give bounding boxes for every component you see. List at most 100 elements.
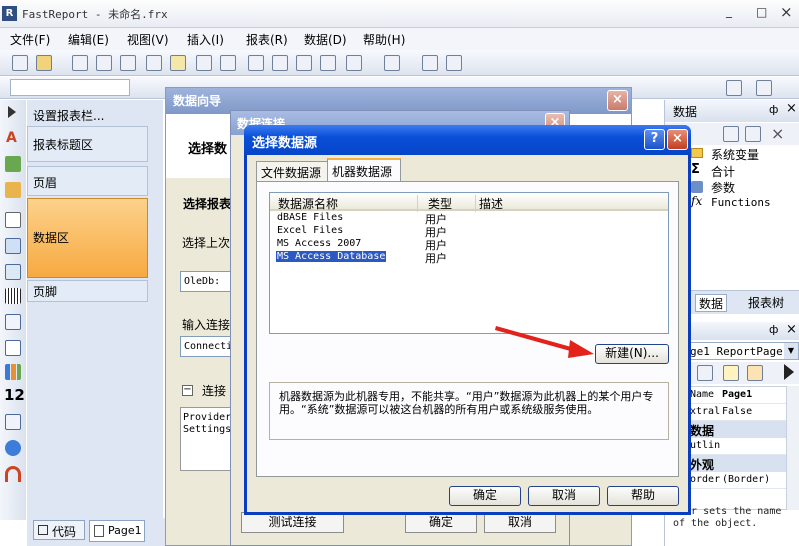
wizard-close-button[interactable]: × <box>607 90 628 111</box>
datasource-row-selected[interactable]: MS Access Database 用户 <box>276 251 526 265</box>
preview-icon[interactable] <box>120 55 136 71</box>
checkbox-object-icon[interactable] <box>5 340 21 356</box>
wizard-title: 数据向导 <box>173 94 222 108</box>
tab-machine-datasource[interactable]: 机器数据源 <box>327 158 401 182</box>
test-connection-button[interactable]: 测试连接 <box>241 512 344 533</box>
property-row[interactable]: Name Page1 <box>688 387 786 404</box>
band-report-title[interactable]: 报表标题区 <box>27 126 148 162</box>
menu-insert[interactable]: 插入(I) <box>187 31 224 48</box>
conn-cancel-button[interactable]: 取消 <box>484 512 556 533</box>
column-desc-header[interactable]: 描述 <box>479 195 503 212</box>
panel-close-button[interactable]: × <box>786 322 797 337</box>
menu-data[interactable]: 数据(D) <box>304 31 347 48</box>
datasource-row[interactable]: dBASE Files 用户 <box>276 212 526 226</box>
new-page-icon[interactable] <box>146 55 162 71</box>
menu-file[interactable]: 文件(F) <box>10 31 50 48</box>
subreport-icon[interactable] <box>5 212 21 228</box>
table-object-icon[interactable] <box>5 238 21 254</box>
redo-icon[interactable] <box>384 55 400 71</box>
property-row[interactable]: xtral False <box>688 404 786 421</box>
map-object-icon[interactable] <box>5 440 21 456</box>
maximize-button[interactable]: □ <box>756 5 767 19</box>
object-selector[interactable]: ge1 ReportPage ▼ <box>687 342 799 360</box>
band-data[interactable]: 数据区 <box>27 198 148 278</box>
cancel-button[interactable]: 取消 <box>528 486 600 506</box>
text-color-icon[interactable] <box>726 80 742 96</box>
datasource-row[interactable]: Excel Files 用户 <box>276 225 526 239</box>
format-painter-icon[interactable] <box>320 55 336 71</box>
conn-value: Connecti <box>184 341 233 352</box>
delete-page-icon[interactable] <box>196 55 212 71</box>
cut-icon[interactable] <box>248 55 264 71</box>
tab-code[interactable]: 代码 <box>33 520 85 540</box>
property-name: Name <box>690 389 715 400</box>
property-row[interactable]: order (Border) <box>688 472 786 489</box>
tab-report-tree[interactable]: 报表树 <box>745 294 787 312</box>
richtext-icon[interactable] <box>5 314 21 330</box>
save-all-icon[interactable] <box>96 55 112 71</box>
sort-icon[interactable] <box>697 365 713 381</box>
barcode-icon[interactable] <box>5 288 21 304</box>
page-setup-icon[interactable] <box>220 55 236 71</box>
new-dialog-icon[interactable] <box>170 55 186 71</box>
help-button[interactable]: 帮助 <box>607 486 679 506</box>
property-category[interactable]: 数据 <box>688 421 786 438</box>
tab-page1[interactable]: Page1 <box>89 520 145 542</box>
edit-datasource-icon[interactable] <box>745 126 761 142</box>
delete-datasource-icon[interactable]: × <box>771 124 784 143</box>
chart-object-icon[interactable] <box>5 364 21 380</box>
band-page-footer[interactable]: 页脚 <box>27 280 148 302</box>
band-setup-link[interactable]: 设置报表栏... <box>33 107 104 124</box>
menu-edit[interactable]: 编辑(E) <box>68 31 109 48</box>
menu-view[interactable]: 视图(V) <box>127 31 169 48</box>
chevron-down-icon[interactable]: ▼ <box>784 343 798 359</box>
close-window-button[interactable]: × <box>780 3 793 21</box>
matrix-object-icon[interactable] <box>5 264 21 280</box>
property-value[interactable]: Page1 <box>722 389 752 400</box>
collapse-icon[interactable]: − <box>182 385 193 396</box>
open-icon[interactable] <box>36 55 52 71</box>
new-datasource-button[interactable]: 新建(N)... <box>595 344 669 364</box>
datasource-list[interactable]: 数据源名称 类型 描述 dBASE Files 用户 Excel Files 用… <box>269 192 669 334</box>
tab-file-datasource[interactable]: 文件数据源 <box>256 161 328 181</box>
group-icon[interactable] <box>422 55 438 71</box>
column-name-header[interactable]: 数据源名称 <box>278 195 418 212</box>
paste-icon[interactable] <box>296 55 312 71</box>
menu-help[interactable]: 帮助(H) <box>363 31 405 48</box>
save-icon[interactable] <box>72 55 88 71</box>
shape-object-icon[interactable] <box>5 182 21 198</box>
select-arrow-icon[interactable] <box>8 106 16 118</box>
property-value[interactable]: False <box>722 406 752 417</box>
help-title-button[interactable]: ? <box>644 129 665 150</box>
zipcode-icon[interactable]: 12 <box>4 386 25 404</box>
property-scrollbar[interactable] <box>787 386 799 510</box>
menu-report[interactable]: 报表(R) <box>246 31 288 48</box>
datasource-row[interactable]: MS Access 2007 用户 <box>276 238 526 252</box>
property-value[interactable]: (Border) <box>722 474 770 485</box>
style-combo[interactable] <box>10 79 130 96</box>
undo-icon[interactable] <box>346 55 362 71</box>
properties-icon[interactable] <box>723 365 739 381</box>
property-category[interactable]: 外观 <box>688 455 786 472</box>
minimize-button[interactable]: _ <box>726 4 732 18</box>
tab-data[interactable]: 数据 <box>695 294 728 312</box>
ungroup-icon[interactable] <box>446 55 462 71</box>
column-type-header[interactable]: 类型 <box>428 195 476 212</box>
new-report-icon[interactable] <box>12 55 28 71</box>
cellular-text-icon[interactable] <box>5 414 21 430</box>
dialog-close-button[interactable]: × <box>667 129 688 150</box>
add-datasource-icon[interactable] <box>723 126 739 142</box>
property-row[interactable]: utlin <box>688 438 786 455</box>
conn-ok-button[interactable]: 确定 <box>405 512 477 533</box>
pin-icon[interactable]: ф <box>769 103 778 116</box>
picture-object-icon[interactable] <box>5 156 21 172</box>
ok-button[interactable]: 确定 <box>449 486 521 506</box>
copy-icon[interactable] <box>272 55 288 71</box>
fill-color-icon[interactable] <box>756 80 772 96</box>
pin-icon[interactable]: ф <box>769 323 778 336</box>
panel-close-button[interactable]: × <box>786 101 797 116</box>
gauge-object-icon[interactable] <box>5 466 21 482</box>
text-object-icon[interactable]: A <box>6 130 17 146</box>
band-page-header[interactable]: 页眉 <box>27 166 148 196</box>
events-icon[interactable] <box>747 365 763 381</box>
